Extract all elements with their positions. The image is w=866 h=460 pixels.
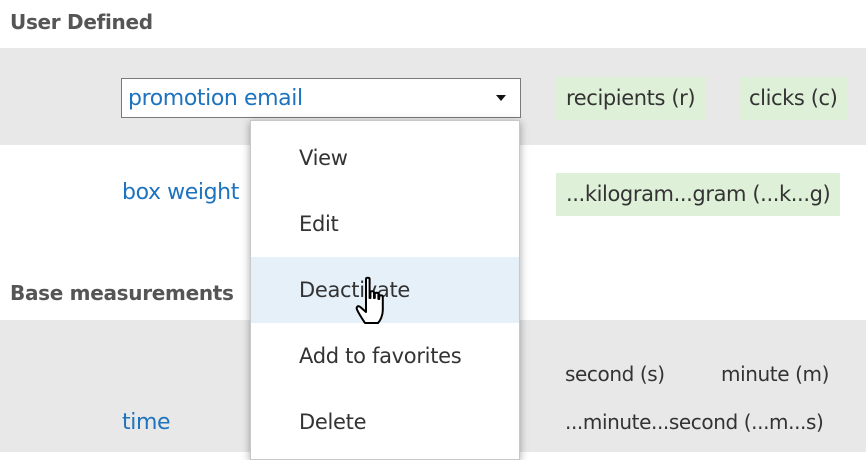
time-link[interactable]: time bbox=[122, 410, 171, 435]
user-defined-heading: User Defined bbox=[10, 10, 153, 34]
chevron-down-icon[interactable] bbox=[496, 95, 506, 101]
menu-item-delete[interactable]: Delete bbox=[251, 389, 519, 455]
measurement-select[interactable]: promotion email bbox=[121, 78, 521, 118]
unit-second: second (s) bbox=[565, 362, 665, 386]
measurement-select-value: promotion email bbox=[128, 85, 303, 111]
base-measurements-heading: Base measurements bbox=[10, 281, 234, 305]
menu-item-deactivate[interactable]: Deactivate bbox=[251, 257, 519, 323]
chip-kilogram-gram: ...kilogram...gram (...k...g) bbox=[556, 173, 841, 216]
chip-recipients: recipients (r) bbox=[556, 77, 706, 120]
context-menu: View Edit Deactivate Add to favorites De… bbox=[250, 120, 520, 460]
menu-item-view[interactable]: View bbox=[251, 125, 519, 191]
chip-clicks: clicks (c) bbox=[739, 77, 848, 120]
menu-item-add-to-favorites[interactable]: Add to favorites bbox=[251, 323, 519, 389]
menu-item-edit[interactable]: Edit bbox=[251, 191, 519, 257]
unit-minute: minute (m) bbox=[721, 362, 829, 386]
box-weight-link[interactable]: box weight bbox=[122, 180, 239, 205]
time-formula: ...minute...second (...m...s) bbox=[565, 410, 824, 434]
